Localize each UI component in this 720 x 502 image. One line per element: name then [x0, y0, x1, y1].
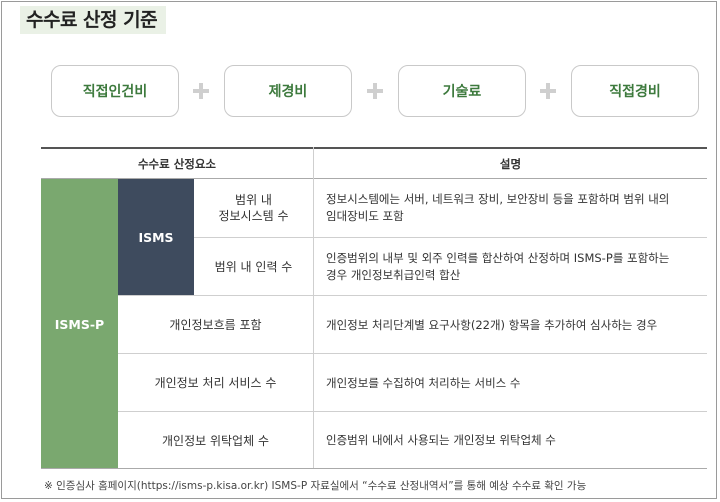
component-direct-expense: 직접경비 [571, 65, 699, 117]
component-direct-labor: 직접인건비 [51, 65, 179, 117]
factor-description: 인증범위의 내부 및 외주 인력를 합산하여 산정하며 ISMS-P를 포함하는… [326, 250, 670, 282]
factor-label: 범위 내 정보시스템 수 [218, 193, 289, 223]
plus-icon [193, 83, 209, 99]
table-bottom-border [41, 468, 707, 469]
factor-label: 개인정보 처리 서비스 수 [154, 376, 277, 390]
plus-icon [367, 83, 383, 99]
header-description: 설명 [499, 156, 522, 171]
factor-description: 개인정보 처리단계별 요구사항(22개) 항목을 추가하여 심사하는 경우 [326, 317, 658, 332]
page-title: 수수료 산정 기준 [26, 9, 158, 31]
component-tech-fee: 기술료 [398, 65, 526, 117]
column-divider [313, 147, 314, 469]
footnote: ※ 인증심사 홈페이지(https://isms-p.kisa.or.kr) I… [44, 480, 587, 492]
factor-label: 개인정보흐름 포함 [169, 318, 262, 332]
group-isms-p: ISMS-P [41, 179, 118, 469]
factor-label: 범위 내 인력 수 [214, 260, 293, 274]
subgroup-isms: ISMS [118, 179, 194, 295]
factor-description: 개인정보를 수집하여 처리하는 서비스 수 [326, 375, 521, 390]
header-factor: 수수료 산정요소 [137, 156, 217, 171]
plus-icon [540, 83, 556, 99]
component-overhead: 제경비 [224, 65, 352, 117]
factor-label: 개인정보 위탁업체 수 [162, 433, 269, 448]
factor-description: 인증범위 내에서 사용되는 개인정보 위탁업체 수 [326, 433, 556, 447]
factor-description: 정보시스템에는 서버, 네트워크 장비, 보안장비 등을 포함하며 범위 내의 … [326, 192, 670, 223]
fee-table: 수수료 산정요소 설명 ISMS-P ISMS 범위 내 정보시스템 수 정보시… [41, 147, 707, 469]
